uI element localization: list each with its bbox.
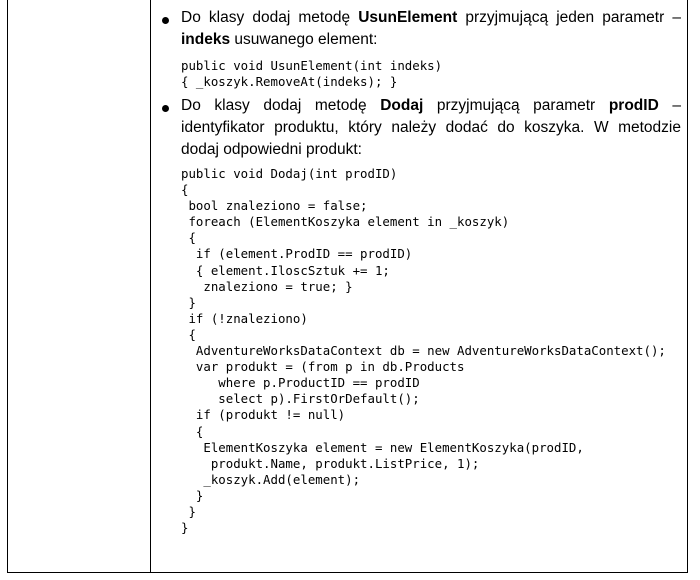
table-content-cell: Do klasy dodaj metodę UsunElement przyjm… bbox=[157, 0, 687, 572]
code-line: { _koszyk.RemoveAt(indeks); } bbox=[181, 74, 398, 90]
code-block-usun-element: public void UsunElement(int indeks){ _ko… bbox=[181, 58, 687, 90]
code-line: produkt.Name, produkt.ListPrice, 1); bbox=[181, 455, 480, 471]
code-line: { bbox=[181, 182, 189, 198]
code-line: { bbox=[181, 423, 204, 439]
list-item-text: Do klasy dodaj metodę UsunElement przyjm… bbox=[181, 9, 681, 48]
code-line: if (produkt != null) bbox=[181, 407, 346, 423]
document-page: Do klasy dodaj metodę UsunElement przyjm… bbox=[0, 0, 700, 580]
parameter-name: prodID bbox=[608, 97, 659, 114]
code-line: AdventureWorksDataContext db = new Adven… bbox=[181, 343, 666, 359]
code-line: } bbox=[181, 294, 196, 310]
code-line: if (!znaleziono) bbox=[181, 310, 308, 326]
code-line: where p.ProductID == prodID bbox=[181, 375, 420, 391]
code-line: ElementKoszyka element = new ElementKosz… bbox=[181, 439, 584, 455]
code-line: select p).FirstOrDefault(); bbox=[181, 391, 420, 407]
method-name: Dodaj bbox=[380, 97, 424, 114]
code-line: if (element.ProdID == prodID) bbox=[181, 246, 413, 262]
code-line: foreach (ElementKoszyka element in _kosz… bbox=[181, 214, 510, 230]
code-line: } bbox=[181, 503, 196, 519]
table-bottom-border bbox=[7, 572, 688, 573]
parameter-name: indeks bbox=[181, 31, 231, 48]
code-line: _koszyk.Add(element); bbox=[181, 471, 361, 487]
bullet-dot-icon bbox=[162, 105, 169, 112]
code-line: { element.IloscSztuk += 1; bbox=[181, 262, 390, 278]
code-line: } bbox=[181, 487, 204, 503]
code-line: public void Dodaj(int prodID) bbox=[181, 166, 398, 181]
code-block-dodaj: public void Dodaj(int prodID){ bool znal… bbox=[181, 166, 687, 536]
list-item-text: Do klasy dodaj metodę Dodaj przyjmującą … bbox=[181, 97, 681, 158]
bullet-dot-icon bbox=[162, 17, 169, 24]
code-line: bool znaleziono = false; bbox=[181, 198, 368, 214]
table-right-border bbox=[687, 0, 688, 573]
code-line: { bbox=[181, 230, 196, 246]
code-line: public void UsunElement(int indeks) bbox=[181, 58, 443, 73]
code-line: { bbox=[181, 326, 196, 342]
code-line: znaleziono = true; } bbox=[181, 278, 353, 294]
table-left-cell bbox=[7, 0, 151, 572]
code-line: var produkt = (from p in db.Products bbox=[181, 359, 465, 375]
method-name: UsunElement bbox=[358, 9, 458, 26]
code-line: } bbox=[181, 520, 189, 536]
